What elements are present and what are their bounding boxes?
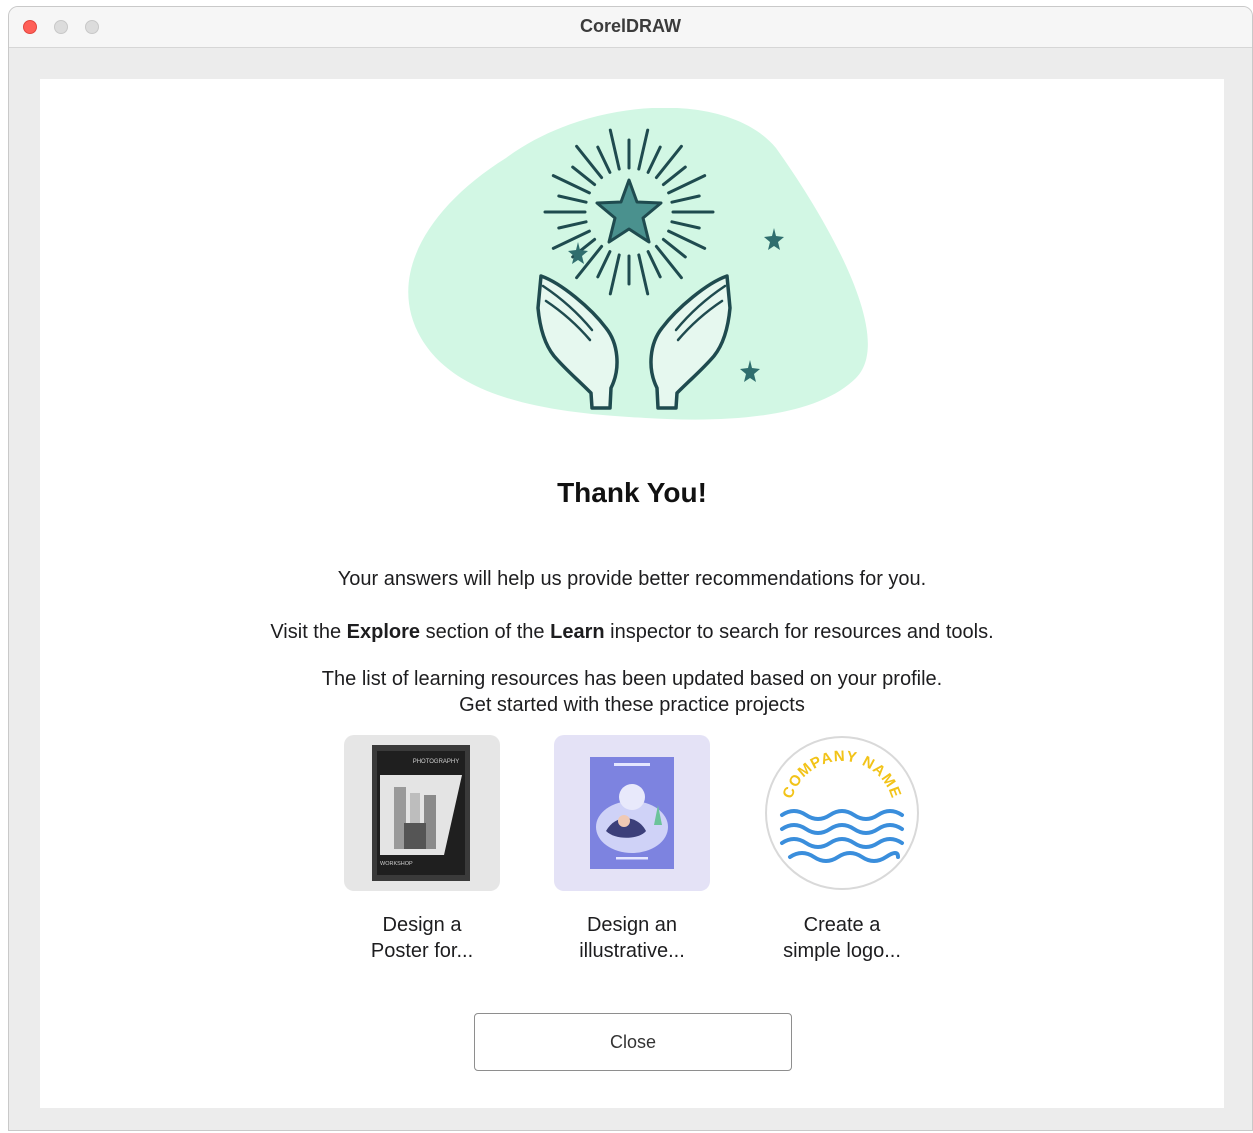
illustration-thumbnail [554,735,710,891]
practice-projects-message: Get started with these practice projects [459,694,805,716]
project-label: Design an illustrative... [579,914,685,962]
project-label: Design a Poster for... [370,914,474,962]
explore-message-suffix: inspector to search for resources and to… [604,621,994,643]
title-bar: CorelDRAW [9,7,1252,48]
learn-keyword: Learn [550,621,605,643]
explore-message-prefix: Visit the [270,621,347,643]
project-card-illustrative[interactable]: Design an illustrative... [554,735,710,964]
explore-keyword: Explore [346,621,421,643]
illustration-blob [408,108,868,420]
close-button[interactable]: Close [474,1013,792,1071]
explore-message: Visit the Explore section of the Learn i… [40,619,1224,646]
dialog-heading: Thank You! [557,477,707,508]
dialog-content: Thank You! Your answers will help us pro… [40,79,1224,1108]
project-label: Create a simple logo... [783,914,901,962]
logo-thumbnail: COMPANY NAME [764,735,920,891]
app-window: CorelDRAW Thank You! Your answers will h… [8,6,1253,1131]
profile-message: The list of learning resources has been … [321,668,943,690]
project-card-logo[interactable]: COMPANY NAME Create a simple logo... [764,735,920,964]
poster-top-text: PHOTOGRAPHY [413,759,460,765]
hands-star-illustration [408,108,868,420]
poster-thumbnail: PHOTOGRAPHY WORKSHOP [344,735,500,891]
poster-bottom-text: WORKSHOP [380,861,413,867]
explore-message-middle: section of the [420,621,551,643]
answers-message: Your answers will help us provide better… [337,568,927,590]
window-title: CorelDRAW [579,16,681,36]
project-card-poster[interactable]: PHOTOGRAPHY WORKSHOP Design a Poster for… [344,735,500,964]
